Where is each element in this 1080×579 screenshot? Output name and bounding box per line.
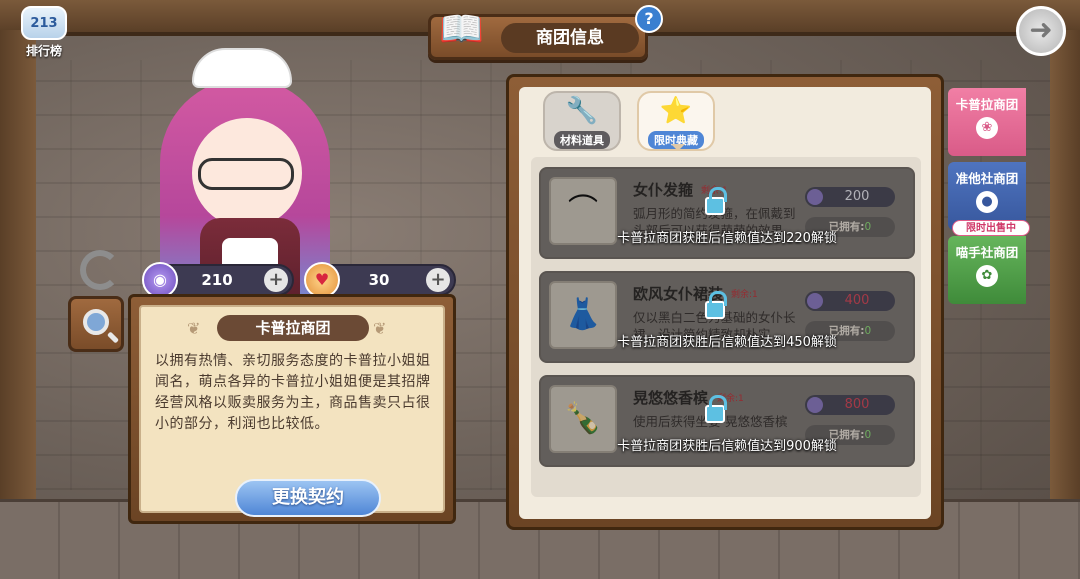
game-scene: 213 排行榜 📖 商团信息 ? ➜ ◉ 210 + ♥ 30 + ❦ 卡普拉商… [0, 0, 1080, 579]
shop-panel: 🔧 材料道具 ⭐ 限时典藏 ⌒ 女仆发箍 剩余:1 弧月形的简约发箍，在佩戴到头… [519, 87, 931, 519]
lock-icon [705, 187, 727, 215]
unlock-condition: 卡普拉商团获胜后信赖值达到900解锁 [617, 439, 837, 454]
guild-description-board: ❦ 卡普拉商团 ❦ 以拥有热情、亲切服务态度的卡普拉小姐姐闻名，萌点各异的卡普拉… [128, 294, 456, 524]
tab-miaoshou-guild[interactable]: 喵手社商团 ✿ [948, 236, 1026, 304]
flag-label: 准他社商团 [955, 171, 1019, 186]
paw-icon: ✿ [976, 265, 998, 287]
list-item[interactable]: ⌒ 女仆发箍 剩余:1 弧月形的简约发箍，在佩戴到头部后可以获得萌萌的效果 20… [539, 167, 915, 259]
magnifier-icon [83, 309, 109, 335]
guild-description-paper: ❦ 卡普拉商团 ❦ 以拥有热情、亲切服务态度的卡普拉小姐姐闻名，萌点各异的卡普拉… [139, 305, 445, 517]
search-button[interactable] [68, 296, 124, 352]
change-contract-button[interactable]: 更换契约 [235, 479, 381, 517]
add-heart-button[interactable]: + [426, 268, 450, 292]
ranking-icon: 213 [21, 6, 67, 40]
lock-overlay: 卡普拉商团获胜后信赖值达到220解锁 [541, 169, 913, 257]
book-quill-icon: 📖 [439, 9, 484, 50]
lock-overlay: 卡普拉商团获胜后信赖值达到900解锁 [541, 377, 913, 465]
ranking-button[interactable]: 213 排行榜 [14, 6, 74, 64]
flag-label: 喵手社商团 [955, 245, 1019, 260]
hook-decoration [80, 250, 120, 290]
currency-value: 30 [368, 271, 390, 289]
right-beam [1050, 30, 1080, 579]
wing-right-icon: ❦ [373, 319, 387, 338]
tab-label: 材料道具 [554, 131, 610, 149]
page-title: 商团信息 [501, 23, 639, 53]
left-beam [0, 30, 36, 579]
star-folder-icon: ⭐ [659, 96, 693, 126]
lock-overlay: 卡普拉商团获胜后信赖值达到450解锁 [541, 273, 913, 361]
wrench-flask-icon: 🔧 [565, 96, 599, 126]
heart-token-icon: ♥ [304, 262, 340, 298]
ranking-label: 排行榜 [25, 44, 62, 58]
item-list[interactable]: ⌒ 女仆发箍 剩余:1 弧月形的简约发箍，在佩戴到头部后可以获得萌萌的效果 20… [531, 157, 921, 497]
help-button[interactable]: ? [635, 5, 663, 33]
bunny-icon: ❀ [976, 117, 998, 139]
tab-limited-collection[interactable]: ⭐ 限时典藏 [637, 91, 715, 151]
currency-value: 210 [201, 271, 233, 289]
wing-left-icon: ❦ [187, 319, 201, 338]
lock-icon [705, 291, 727, 319]
lock-icon [705, 395, 727, 423]
currency-bar-coin: ◉ 210 + [142, 262, 294, 298]
list-item[interactable]: 🍾 晃悠悠香槟 剩余:1 使用后获得坐姿-晃悠悠香槟 800 已拥有:0 卡普拉… [539, 375, 915, 467]
character-maid-headband [192, 48, 292, 88]
add-coin-button[interactable]: + [264, 268, 288, 292]
tab-label: 限时典藏 [648, 131, 704, 149]
unlock-condition: 卡普拉商团获胜后信赖值达到450解锁 [617, 335, 837, 350]
title-sign: 📖 商团信息 [428, 9, 648, 60]
guild-description: 以拥有热情、亲切服务态度的卡普拉小姐姐闻名，萌点各异的卡普拉小姐姐便是其招牌经营… [155, 353, 431, 432]
back-arrow-button[interactable]: ➜ [1016, 6, 1066, 56]
unlock-condition: 卡普拉商团获胜后信赖值达到220解锁 [617, 231, 837, 246]
cookie-icon: ● [976, 191, 998, 213]
tab-kapura-guild[interactable]: 卡普拉商团 ❀ [948, 88, 1026, 156]
limited-sale-badge: 限时出售中 [952, 220, 1030, 236]
character-glasses [198, 158, 294, 190]
shop-board: 🔧 材料道具 ⭐ 限时典藏 ⌒ 女仆发箍 剩余:1 弧月形的简约发箍，在佩戴到头… [506, 74, 944, 530]
flag-label: 卡普拉商团 [955, 97, 1019, 112]
guild-name: 卡普拉商团 [217, 315, 369, 341]
list-item[interactable]: 👗 欧风女仆裙装 剩余:1 仅以黑白二色为基础的女仆长裙，设计简约精致却朴实 4… [539, 271, 915, 363]
tab-materials[interactable]: 🔧 材料道具 [543, 91, 621, 151]
currency-bar-heart: ♥ 30 + [304, 262, 456, 298]
purple-coin-icon: ◉ [142, 262, 178, 298]
